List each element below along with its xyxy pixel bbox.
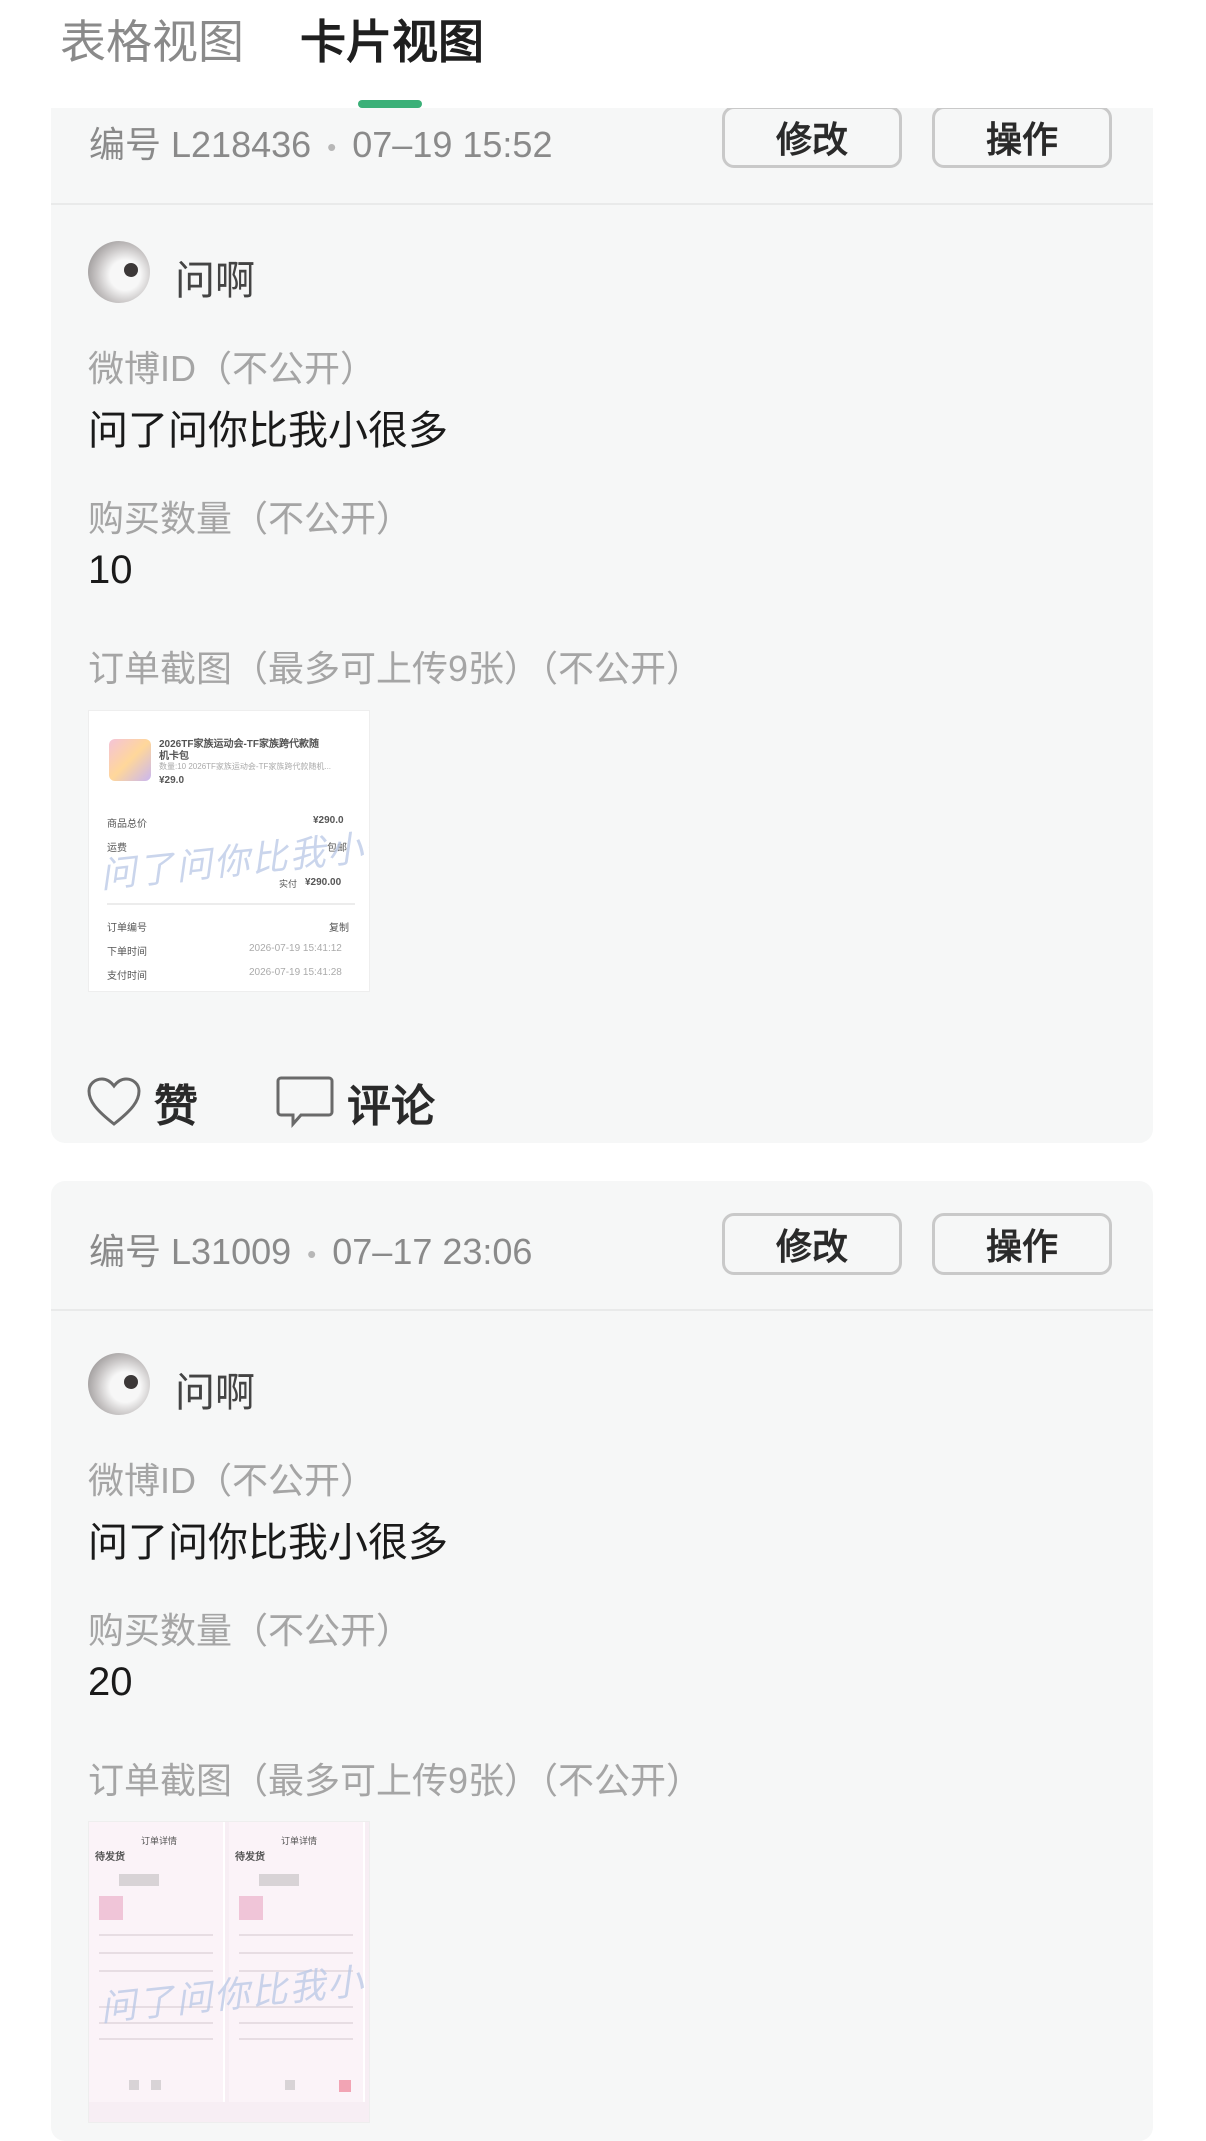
weibo-id-label: 微博ID（不公开）	[88, 1460, 377, 1501]
edit-button[interactable]: 修改	[722, 106, 902, 168]
order-screenshot-label: 订单截图（最多可上传9张）（不公开）	[88, 648, 703, 689]
username: 问啊	[175, 259, 255, 303]
tab-table-view[interactable]: 表格视图	[60, 10, 244, 74]
card-meta: 编号 L31009 • 07–17 23:06	[89, 1223, 532, 1275]
order-screenshot-label: 订单截图（最多可上传9张）（不公开）	[88, 1760, 703, 1801]
header-divider	[51, 1309, 1153, 1311]
quantity-label: 购买数量（不公开）	[88, 498, 413, 539]
like-label: 赞	[154, 1082, 198, 1131]
tab-card-view[interactable]: 卡片视图	[300, 10, 484, 74]
weibo-id-label: 微博ID（不公开）	[88, 348, 377, 389]
action-button[interactable]: 操作	[932, 106, 1112, 168]
timestamp: 07–19 15:52	[352, 124, 553, 165]
comment-button[interactable]: 评论	[275, 1070, 435, 1134]
header-divider	[51, 203, 1153, 205]
view-tab-bar: 表格视图 卡片视图	[0, 0, 1206, 108]
serial-number: 编号 L31009	[89, 1231, 292, 1272]
timestamp: 07–17 23:06	[332, 1231, 533, 1272]
avatar	[88, 1353, 150, 1415]
order-card: 编号 L31009 • 07–17 23:06 修改 操作 问啊 微博ID（不公开）…	[51, 1181, 1153, 2141]
comment-label: 评论	[347, 1082, 435, 1131]
comment-icon	[276, 1076, 334, 1128]
quantity-value: 10	[88, 548, 133, 592]
separator-dot: •	[327, 131, 337, 162]
avatar	[88, 241, 150, 303]
serial-number: 编号 L218436	[89, 124, 312, 165]
quantity-value: 20	[88, 1660, 133, 1704]
weibo-id-value: 问了问你比我小很多	[88, 409, 448, 453]
action-button[interactable]: 操作	[932, 1213, 1112, 1275]
separator-dot: •	[307, 1238, 317, 1269]
heart-icon	[87, 1077, 141, 1126]
active-tab-indicator	[358, 100, 422, 108]
like-button[interactable]: 赞	[86, 1070, 198, 1134]
weibo-id-value: 问了问你比我小很多	[88, 1521, 448, 1565]
order-card: 编号 L218436 • 07–19 15:52 修改 操作 问啊 微博ID（不公开…	[51, 60, 1153, 1143]
screenshot-panel: 订单详情 待发货	[89, 1822, 225, 2102]
card-meta: 编号 L218436 • 07–19 15:52	[89, 116, 552, 168]
product-image	[109, 739, 151, 781]
order-screenshot-thumbnail[interactable]: 2026TF家族运动会-TF家族跨代款随 机卡包 数量:10 2026TF家族运…	[88, 710, 370, 992]
username: 问啊	[175, 1371, 255, 1415]
quantity-label: 购买数量（不公开）	[88, 1610, 413, 1651]
edit-button[interactable]: 修改	[722, 1213, 902, 1275]
order-screenshot-thumbnail[interactable]: 订单详情 待发货 订单详情 待发货 问了问你比我小很多	[88, 1821, 370, 2123]
